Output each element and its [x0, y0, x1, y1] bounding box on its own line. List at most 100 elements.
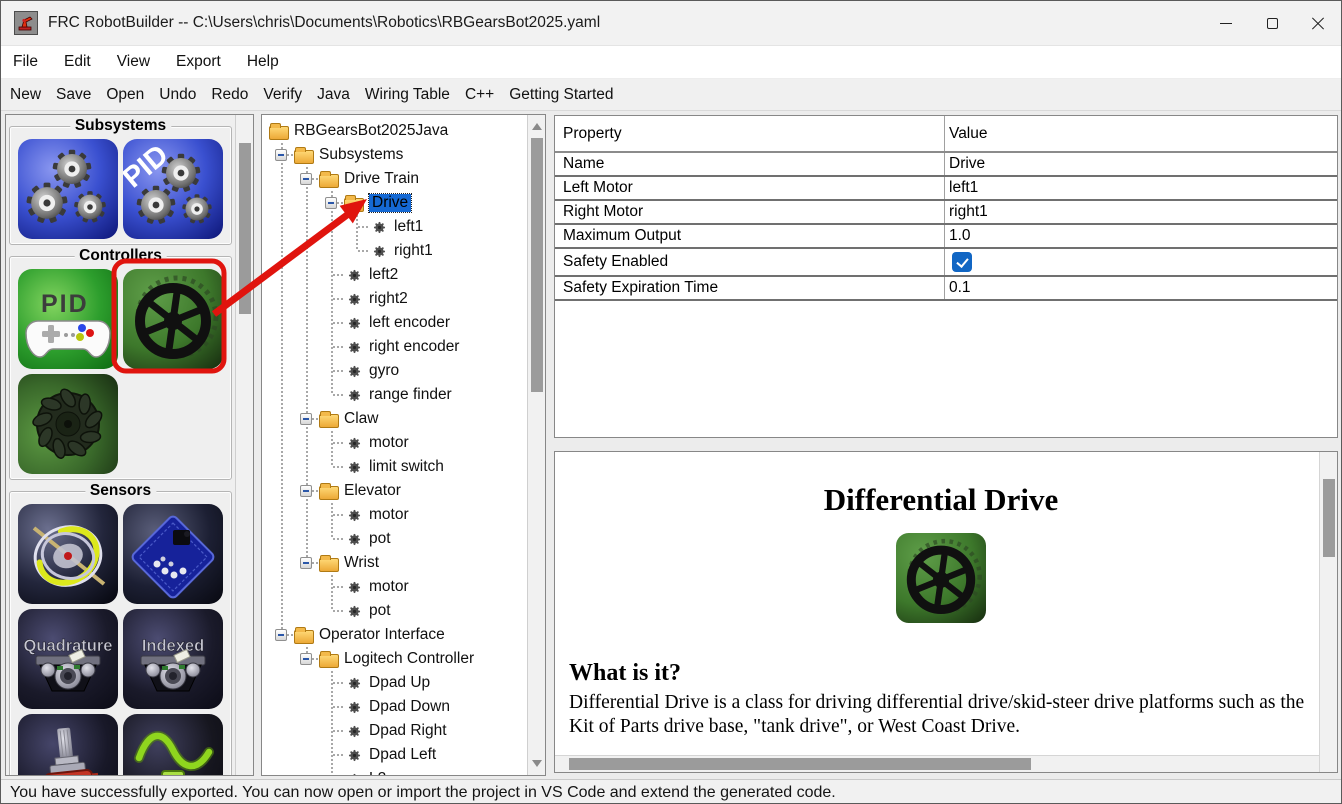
tree-row-motor[interactable]: motor: [269, 503, 527, 527]
tree-row-limit-switch[interactable]: limit switch: [269, 455, 527, 479]
tree-row-dpad-right[interactable]: Dpad Right: [269, 719, 527, 743]
palette-group-subsystems: Subsystems PID: [9, 126, 232, 245]
palette-item-mecanum-drive[interactable]: [18, 374, 118, 474]
toolbar-button-open[interactable]: Open: [106, 86, 144, 104]
tree-row-l2[interactable]: L2: [269, 767, 527, 775]
tree-expand-handle[interactable]: [300, 485, 312, 497]
property-value-cell[interactable]: [945, 249, 1337, 275]
property-value-cell[interactable]: 0.1: [945, 277, 1337, 299]
tree-row-claw[interactable]: Claw: [269, 407, 527, 431]
palette-item-pid-subsystem[interactable]: PID: [123, 139, 223, 239]
menu-edit[interactable]: Edit: [64, 53, 91, 71]
tree-expand-handle[interactable]: [275, 149, 287, 161]
palette-group-controllers: Controllers PID: [9, 256, 232, 480]
tree-scrollbar[interactable]: [527, 115, 545, 775]
palette-item-gyro[interactable]: [18, 504, 118, 604]
palette-item-quadrature-encoder[interactable]: Quadrature: [18, 609, 118, 709]
property-value-cell[interactable]: 1.0: [945, 225, 1337, 247]
analog-wave-icon: [123, 714, 223, 775]
palette-item-subsystem[interactable]: [18, 139, 118, 239]
tree-node-label: Wrist: [344, 554, 379, 572]
gear-bullet-icon: [348, 437, 361, 450]
help-horizontal-scrollbar[interactable]: [555, 755, 1319, 772]
tree-row-subsystems[interactable]: Subsystems: [269, 143, 527, 167]
tree-row-left-encoder[interactable]: left encoder: [269, 311, 527, 335]
palette-scrollbar-thumb[interactable]: [239, 143, 251, 314]
tree-expand-handle[interactable]: [300, 413, 312, 425]
tree-row-right2[interactable]: right2: [269, 287, 527, 311]
tree-row-dpad-down[interactable]: Dpad Down: [269, 695, 527, 719]
toolbar-button-new[interactable]: New: [10, 86, 41, 104]
toolbar-button-wiring-table[interactable]: Wiring Table: [365, 86, 450, 104]
tree-row-wrist[interactable]: Wrist: [269, 551, 527, 575]
tree-expand-handle[interactable]: [275, 629, 287, 641]
palette-item-analog-input[interactable]: [123, 714, 223, 775]
tree-row-motor[interactable]: motor: [269, 575, 527, 599]
toolbar-button-undo[interactable]: Undo: [159, 86, 196, 104]
palette-item-differential-drive[interactable]: [123, 269, 223, 369]
property-row-right-motor: Right Motorright1: [555, 201, 1337, 225]
tree-row-operator-interface[interactable]: Operator Interface: [269, 623, 527, 647]
tree-row-right1[interactable]: right1: [269, 239, 527, 263]
folder-icon: [319, 654, 339, 668]
palette-group-title: Sensors: [85, 482, 156, 500]
tree-row-left1[interactable]: left1: [269, 215, 527, 239]
toolbar-button-getting-started[interactable]: Getting Started: [509, 86, 613, 104]
tree-node-label: Dpad Right: [369, 722, 447, 740]
palette-scrollbar[interactable]: [235, 115, 253, 775]
property-value-cell[interactable]: Drive: [945, 153, 1337, 175]
tree-row-motor[interactable]: motor: [269, 431, 527, 455]
palette-item-pid-controller[interactable]: PID: [18, 269, 118, 369]
menu-view[interactable]: View: [117, 53, 150, 71]
differential-drive-image: [896, 532, 986, 624]
tree-node-label: left1: [394, 218, 423, 236]
tree-row-pot[interactable]: pot: [269, 527, 527, 551]
menu-file[interactable]: File: [13, 53, 38, 71]
status-bar: You have successfully exported. You can …: [1, 779, 1341, 804]
tree-expand-handle[interactable]: [300, 173, 312, 185]
scroll-up-arrow-icon[interactable]: [532, 123, 542, 130]
tree-row-gyro[interactable]: gyro: [269, 359, 527, 383]
tree-row-left2[interactable]: left2: [269, 263, 527, 287]
tree-row-drive[interactable]: Drive: [269, 191, 527, 215]
minimize-button[interactable]: [1203, 1, 1249, 46]
tree-row-elevator[interactable]: Elevator: [269, 479, 527, 503]
toolbar-button-save[interactable]: Save: [56, 86, 91, 104]
palette-item-accelerometer-board[interactable]: [123, 504, 223, 604]
tree-row-range-finder[interactable]: range finder: [269, 383, 527, 407]
scroll-down-arrow-icon[interactable]: [532, 760, 542, 767]
toolbar-button-c[interactable]: C++: [465, 86, 494, 104]
toolbar-button-java[interactable]: Java: [317, 86, 350, 104]
tree-row-dpad-left[interactable]: Dpad Left: [269, 743, 527, 767]
menu-help[interactable]: Help: [247, 53, 279, 71]
tree-row-drive-train[interactable]: Drive Train: [269, 167, 527, 191]
toolbar-button-redo[interactable]: Redo: [211, 86, 248, 104]
tree-row-dpad-up[interactable]: Dpad Up: [269, 671, 527, 695]
tree-expand-handle[interactable]: [300, 653, 312, 665]
checkbox-checked-icon[interactable]: [952, 252, 972, 272]
close-button[interactable]: [1295, 1, 1341, 46]
tree-row-right-encoder[interactable]: right encoder: [269, 335, 527, 359]
help-vertical-scrollbar[interactable]: [1319, 452, 1337, 772]
property-table: Property Value NameDriveLeft Motorleft1R…: [554, 115, 1338, 438]
property-value-cell[interactable]: left1: [945, 177, 1337, 199]
help-vertical-scrollbar-thumb[interactable]: [1323, 479, 1335, 557]
palette-item-potentiometer[interactable]: [18, 714, 118, 775]
potentiometer-icon: [18, 714, 118, 775]
help-horizontal-scrollbar-thumb[interactable]: [569, 758, 1031, 770]
palette-item-indexed-encoder[interactable]: Indexed: [123, 609, 223, 709]
tree-expand-handle[interactable]: [300, 557, 312, 569]
menu-export[interactable]: Export: [176, 53, 221, 71]
property-row-left-motor: Left Motorleft1: [555, 177, 1337, 201]
maximize-button[interactable]: [1249, 1, 1295, 46]
tree-expand-handle[interactable]: [325, 197, 337, 209]
tree-row-rbgearsbot2025java[interactable]: RBGearsBot2025Java: [269, 119, 527, 143]
toolbar-button-verify[interactable]: Verify: [263, 86, 302, 104]
tree-row-pot[interactable]: pot: [269, 599, 527, 623]
tree-scrollbar-thumb[interactable]: [531, 138, 543, 392]
window-title: FRC RobotBuilder -- C:\Users\chris\Docum…: [48, 14, 600, 32]
property-value-cell[interactable]: right1: [945, 201, 1337, 223]
tree-row-logitech-controller[interactable]: Logitech Controller: [269, 647, 527, 671]
svg-text:Quadrature: Quadrature: [24, 637, 113, 655]
gear-bullet-icon: [348, 701, 361, 714]
